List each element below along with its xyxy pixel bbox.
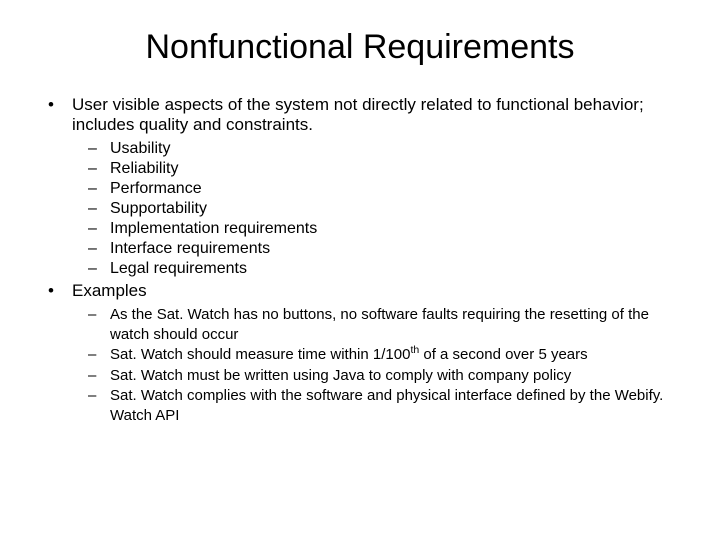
examples-sublist: As the Sat. Watch has no buttons, no sof… <box>72 305 680 425</box>
bullet-text: User visible aspects of the system not d… <box>72 95 644 134</box>
sub-item: Reliability <box>88 159 680 179</box>
sub-item-text-post: of a second over 5 years <box>419 346 587 363</box>
sub-item: Usability <box>88 139 680 159</box>
superscript: th <box>410 344 419 356</box>
sub-item: Legal requirements <box>88 259 680 279</box>
sub-item: Sat. Watch must be written using Java to… <box>88 366 680 386</box>
sub-item: Supportability <box>88 199 680 219</box>
bullet-item-aspects: User visible aspects of the system not d… <box>48 95 680 279</box>
bullet-item-examples: Examples As the Sat. Watch has no button… <box>48 281 680 425</box>
sub-item-text-pre: Sat. Watch should measure time within 1/… <box>110 346 410 363</box>
sub-item: Performance <box>88 179 680 199</box>
bullet-list: User visible aspects of the system not d… <box>40 95 680 425</box>
aspects-sublist: Usability Reliability Performance Suppor… <box>72 139 680 279</box>
sub-item: Sat. Watch should measure time within 1/… <box>88 345 680 365</box>
sub-item: Implementation requirements <box>88 219 680 239</box>
sub-item: Sat. Watch complies with the software an… <box>88 386 680 425</box>
bullet-text: Examples <box>72 281 147 300</box>
sub-item: Interface requirements <box>88 239 680 259</box>
sub-item: As the Sat. Watch has no buttons, no sof… <box>88 305 680 344</box>
slide-title: Nonfunctional Requirements <box>40 28 680 67</box>
